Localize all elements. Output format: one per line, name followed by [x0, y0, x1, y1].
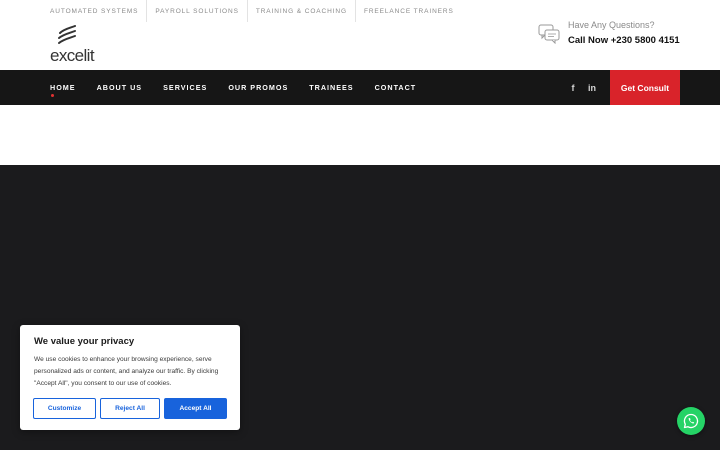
linkedin-icon[interactable]: in: [584, 70, 600, 105]
site-logo[interactable]: excelit: [50, 25, 106, 65]
whatsapp-icon: [683, 413, 699, 429]
top-link-automated-systems[interactable]: AUTOMATED SYSTEMS: [50, 0, 146, 22]
chat-bubbles-icon: [538, 24, 560, 44]
nav-item-about-us[interactable]: ABOUT US: [97, 70, 143, 105]
facebook-icon[interactable]: f: [566, 70, 580, 105]
nav-item-trainees[interactable]: TRAINEES: [309, 70, 353, 105]
top-link-training-coaching[interactable]: TRAINING & COACHING: [246, 0, 355, 22]
customize-button[interactable]: Customize: [33, 398, 96, 419]
top-link-freelance-trainers[interactable]: FREELANCE TRAINERS: [354, 0, 462, 22]
reject-all-button[interactable]: Reject All: [100, 398, 160, 419]
nav-menu: HOME ABOUT US SERVICES OUR PROMOS TRAINE…: [50, 70, 437, 105]
get-consult-button[interactable]: Get Consult: [610, 70, 680, 105]
top-link-payroll-solutions[interactable]: PAYROLL SOLUTIONS: [146, 0, 246, 22]
nav-item-our-promos[interactable]: OUR PROMOS: [228, 70, 288, 105]
nav-item-contact[interactable]: CONTACT: [375, 70, 417, 105]
whatsapp-button[interactable]: [677, 407, 705, 435]
nav-item-services[interactable]: SERVICES: [163, 70, 207, 105]
nav-item-home[interactable]: HOME: [50, 70, 76, 105]
contact-phone[interactable]: Call Now +230 5800 4151: [568, 35, 680, 46]
logo-wordmark: excelit: [50, 46, 95, 65]
flame-logo-icon: [58, 25, 76, 44]
accept-all-button[interactable]: Accept All: [164, 398, 227, 419]
cookie-title: We value your privacy: [34, 336, 135, 347]
contact-question: Have Any Questions?: [568, 20, 655, 30]
cookie-consent-dialog: We value your privacy We use cookies to …: [20, 325, 240, 430]
cookie-body: We use cookies to enhance your browsing …: [34, 356, 219, 387]
top-utility-bar: AUTOMATED SYSTEMS PAYROLL SOLUTIONS TRAI…: [50, 0, 462, 22]
